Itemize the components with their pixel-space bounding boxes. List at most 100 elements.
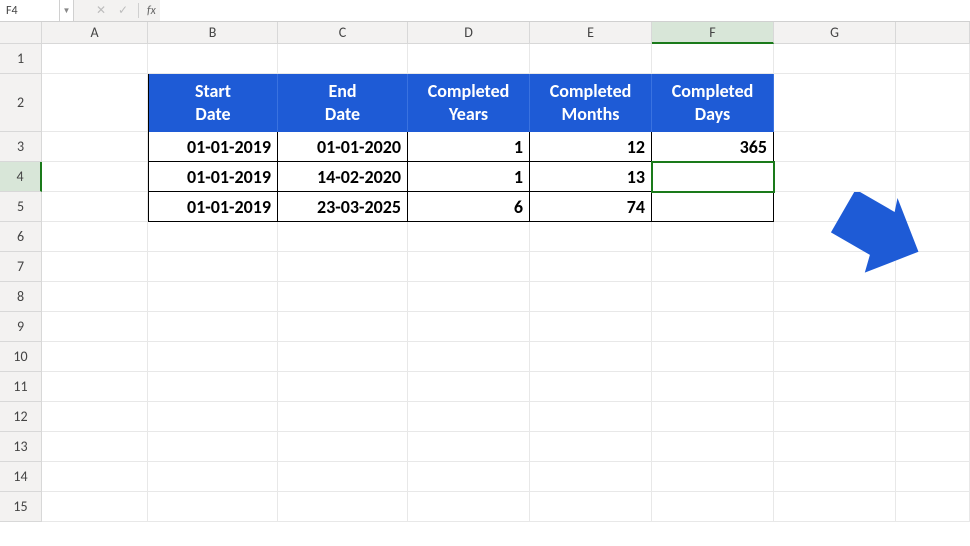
cell-D4[interactable]: 1 bbox=[408, 162, 530, 192]
cell-B9[interactable] bbox=[148, 312, 278, 342]
cell-C5[interactable]: 23-03-2025 bbox=[278, 192, 408, 222]
col-head-E[interactable]: E bbox=[530, 22, 652, 44]
cell-F3[interactable]: 365 bbox=[652, 132, 774, 162]
cell-A13[interactable] bbox=[42, 432, 148, 462]
row-head-2[interactable]: 2 bbox=[0, 74, 42, 132]
cell-C11[interactable] bbox=[278, 372, 408, 402]
cell-B4[interactable]: 01-01-2019 bbox=[148, 162, 278, 192]
cell-C7[interactable] bbox=[278, 252, 408, 282]
cell-F11[interactable] bbox=[652, 372, 774, 402]
cell-D15[interactable] bbox=[408, 492, 530, 522]
spreadsheet-grid[interactable]: A B C D E F G 1 2 Start Date End Date Co… bbox=[0, 22, 970, 522]
cell-E8[interactable] bbox=[530, 282, 652, 312]
cell-G12[interactable] bbox=[774, 402, 896, 432]
row-head-1[interactable]: 1 bbox=[0, 44, 42, 74]
row-head-12[interactable]: 12 bbox=[0, 402, 42, 432]
formula-input[interactable] bbox=[160, 0, 970, 21]
cell-B12[interactable] bbox=[148, 402, 278, 432]
header-completed-months[interactable]: Completed Months bbox=[530, 74, 652, 132]
cell-B1[interactable] bbox=[148, 44, 278, 74]
cell-A1[interactable] bbox=[42, 44, 148, 74]
name-box-dropdown-icon[interactable]: ▼ bbox=[60, 0, 74, 21]
cell-F15[interactable] bbox=[652, 492, 774, 522]
cell-F4[interactable] bbox=[652, 162, 774, 192]
cell-F1[interactable] bbox=[652, 44, 774, 74]
cell-C12[interactable] bbox=[278, 402, 408, 432]
cell-B13[interactable] bbox=[148, 432, 278, 462]
cell-B7[interactable] bbox=[148, 252, 278, 282]
cell-F6[interactable] bbox=[652, 222, 774, 252]
cell-E3[interactable]: 12 bbox=[530, 132, 652, 162]
cell-A3[interactable] bbox=[42, 132, 148, 162]
select-all-corner[interactable] bbox=[0, 22, 42, 44]
cell-D14[interactable] bbox=[408, 462, 530, 492]
cell-D12[interactable] bbox=[408, 402, 530, 432]
cell-F9[interactable] bbox=[652, 312, 774, 342]
cell-C14[interactable] bbox=[278, 462, 408, 492]
name-box[interactable]: F4 bbox=[0, 0, 60, 21]
cell-F7[interactable] bbox=[652, 252, 774, 282]
fx-icon[interactable]: fx bbox=[143, 4, 160, 18]
cell-E10[interactable] bbox=[530, 342, 652, 372]
cell-B5[interactable]: 01-01-2019 bbox=[148, 192, 278, 222]
cell-D1[interactable] bbox=[408, 44, 530, 74]
cell-G4[interactable] bbox=[774, 162, 896, 192]
cell-B8[interactable] bbox=[148, 282, 278, 312]
cell-A9[interactable] bbox=[42, 312, 148, 342]
cell-G9[interactable] bbox=[774, 312, 896, 342]
cell-E7[interactable] bbox=[530, 252, 652, 282]
cell-F10[interactable] bbox=[652, 342, 774, 372]
cell-B6[interactable] bbox=[148, 222, 278, 252]
header-completed-days[interactable]: Completed Days bbox=[652, 74, 774, 132]
cell-F14[interactable] bbox=[652, 462, 774, 492]
cell-F12[interactable] bbox=[652, 402, 774, 432]
cell-C15[interactable] bbox=[278, 492, 408, 522]
cell-C10[interactable] bbox=[278, 342, 408, 372]
cell-A11[interactable] bbox=[42, 372, 148, 402]
cell-E4[interactable]: 13 bbox=[530, 162, 652, 192]
cell-E14[interactable] bbox=[530, 462, 652, 492]
cell-A8[interactable] bbox=[42, 282, 148, 312]
cell-D13[interactable] bbox=[408, 432, 530, 462]
cell-G8[interactable] bbox=[774, 282, 896, 312]
row-head-15[interactable]: 15 bbox=[0, 492, 42, 522]
cell-D3[interactable]: 1 bbox=[408, 132, 530, 162]
row-head-13[interactable]: 13 bbox=[0, 432, 42, 462]
row-head-8[interactable]: 8 bbox=[0, 282, 42, 312]
cell-B3[interactable]: 01-01-2019 bbox=[148, 132, 278, 162]
cell-A12[interactable] bbox=[42, 402, 148, 432]
cell-A4[interactable] bbox=[42, 162, 148, 192]
row-head-7[interactable]: 7 bbox=[0, 252, 42, 282]
col-head-G[interactable]: G bbox=[774, 22, 896, 44]
row-head-11[interactable]: 11 bbox=[0, 372, 42, 402]
col-head-C[interactable]: C bbox=[278, 22, 408, 44]
header-completed-years[interactable]: Completed Years bbox=[408, 74, 530, 132]
cell-C13[interactable] bbox=[278, 432, 408, 462]
cell-F5[interactable] bbox=[652, 192, 774, 222]
row-head-5[interactable]: 5 bbox=[0, 192, 42, 222]
row-head-14[interactable]: 14 bbox=[0, 462, 42, 492]
cell-F13[interactable] bbox=[652, 432, 774, 462]
cell-A14[interactable] bbox=[42, 462, 148, 492]
cell-C6[interactable] bbox=[278, 222, 408, 252]
cell-E9[interactable] bbox=[530, 312, 652, 342]
cell-D8[interactable] bbox=[408, 282, 530, 312]
cell-G2[interactable] bbox=[774, 74, 896, 132]
col-head-A[interactable]: A bbox=[42, 22, 148, 44]
cell-G11[interactable] bbox=[774, 372, 896, 402]
cell-A2[interactable] bbox=[42, 74, 148, 132]
cell-B11[interactable] bbox=[148, 372, 278, 402]
header-start-date[interactable]: Start Date bbox=[148, 74, 278, 132]
cell-E11[interactable] bbox=[530, 372, 652, 402]
cell-G14[interactable] bbox=[774, 462, 896, 492]
cell-D9[interactable] bbox=[408, 312, 530, 342]
cell-C4[interactable]: 14-02-2020 bbox=[278, 162, 408, 192]
col-head-B[interactable]: B bbox=[148, 22, 278, 44]
row-head-10[interactable]: 10 bbox=[0, 342, 42, 372]
cell-C3[interactable]: 01-01-2020 bbox=[278, 132, 408, 162]
header-end-date[interactable]: End Date bbox=[278, 74, 408, 132]
cell-E13[interactable] bbox=[530, 432, 652, 462]
cell-G1[interactable] bbox=[774, 44, 896, 74]
cell-E12[interactable] bbox=[530, 402, 652, 432]
cell-A15[interactable] bbox=[42, 492, 148, 522]
